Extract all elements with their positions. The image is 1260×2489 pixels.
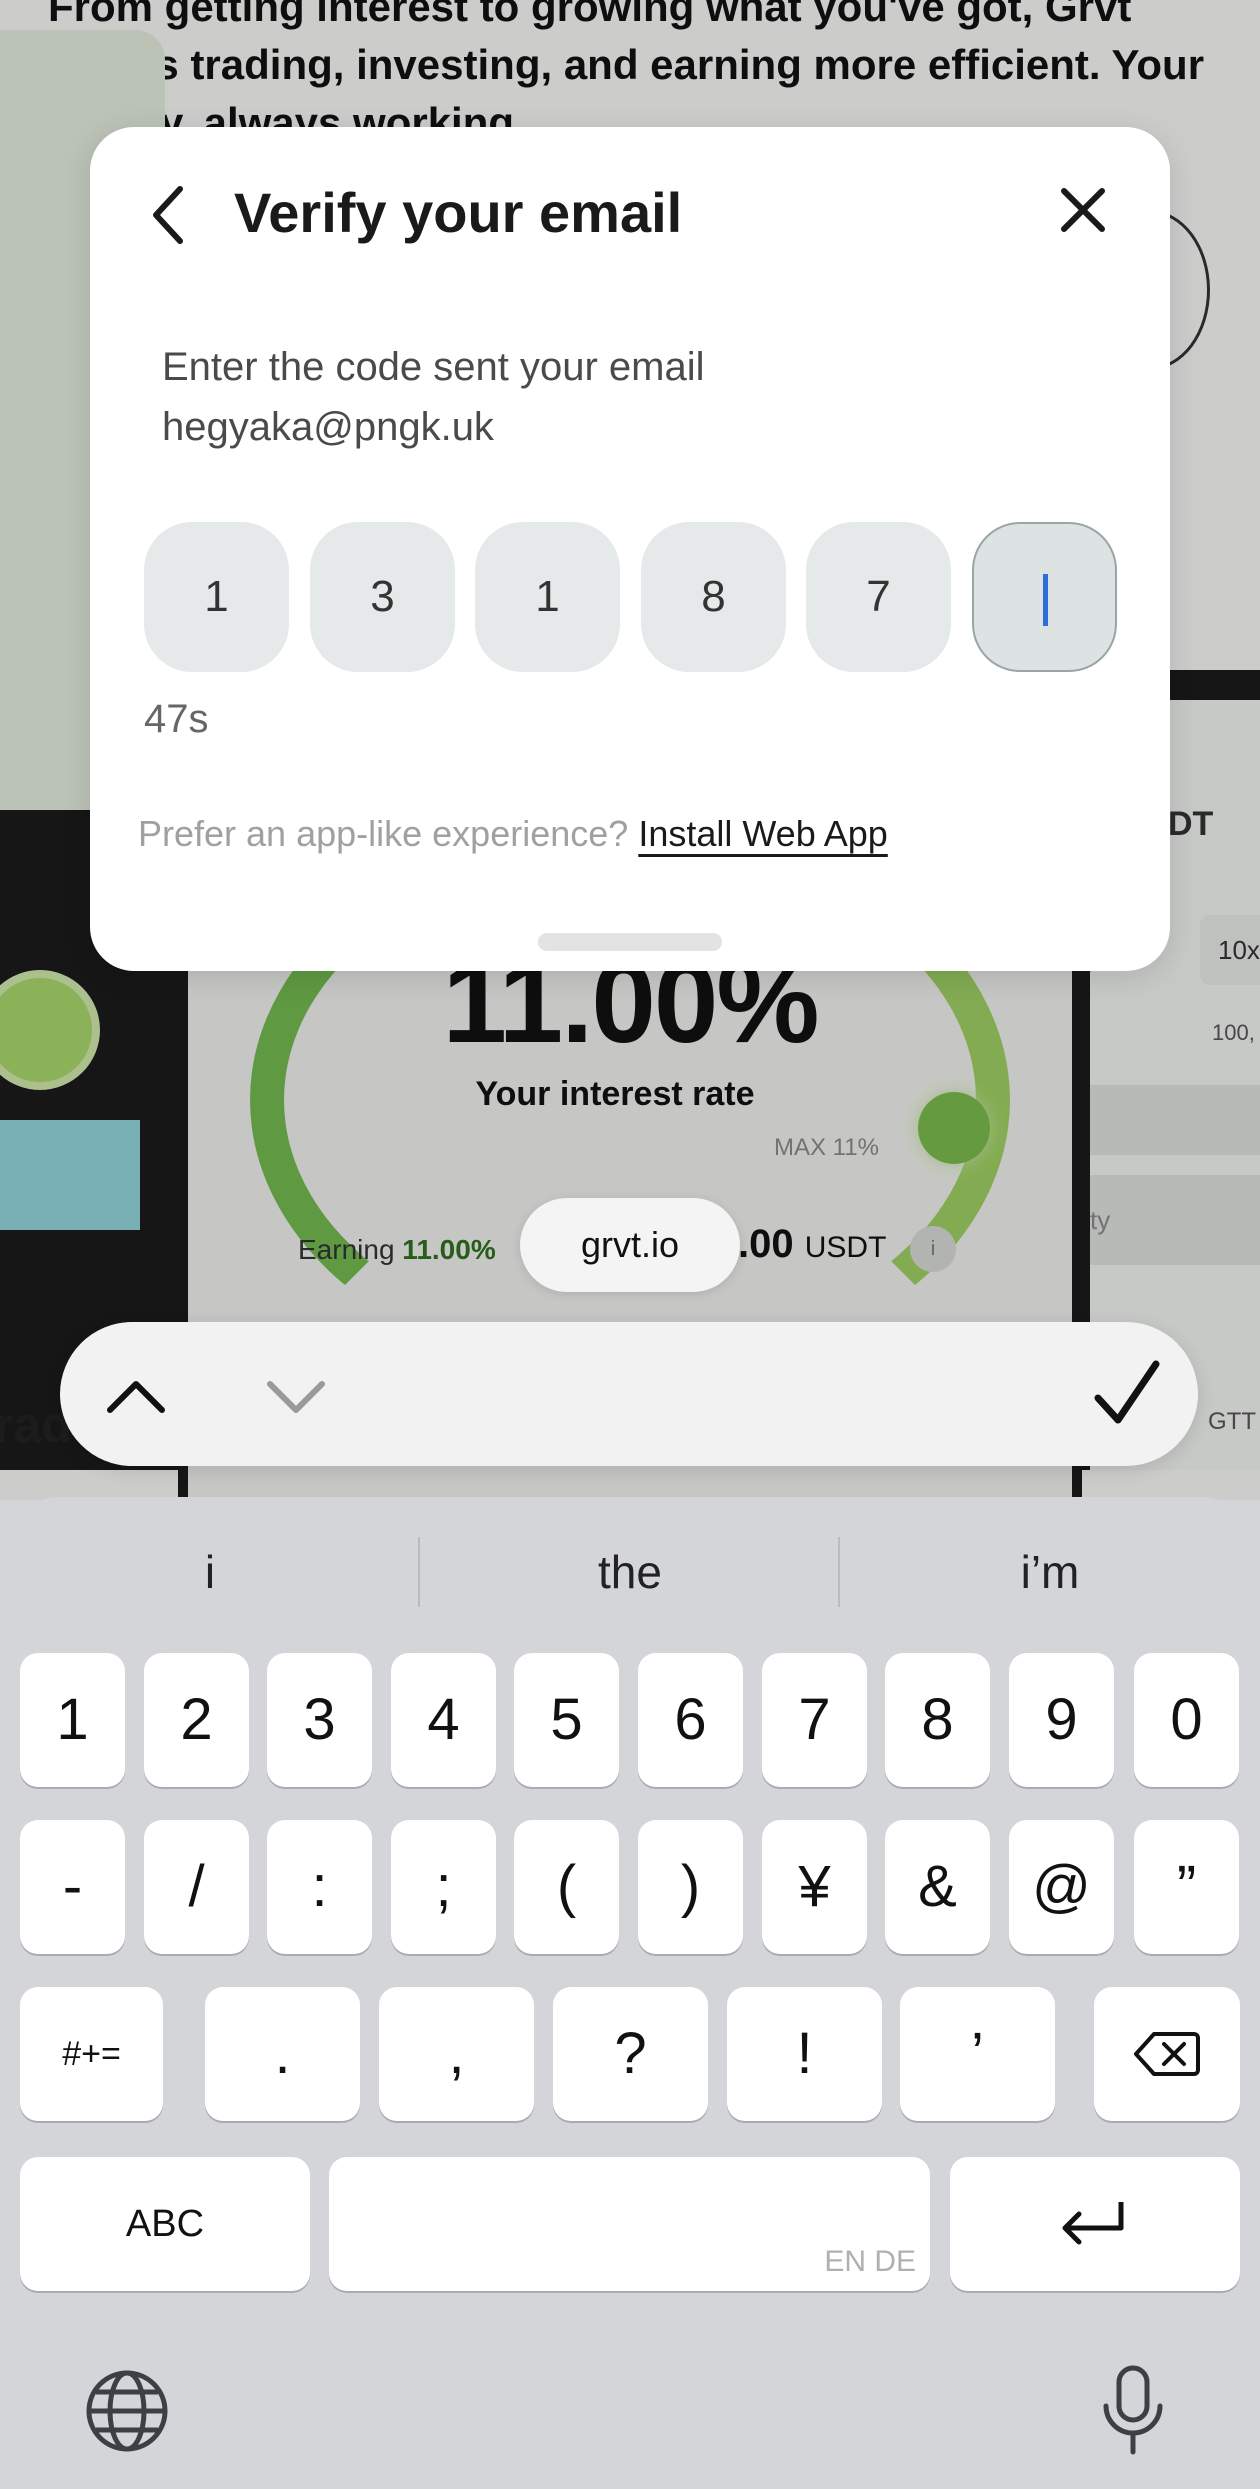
space-key[interactable]: EN DE [329,2157,930,2291]
instruction-text: Enter the code sent your email hegyaka@p… [162,337,1062,457]
key-at[interactable]: @ [1009,1820,1114,1954]
key-yen[interactable]: ¥ [762,1820,867,1954]
key-7[interactable]: 7 [762,1653,867,1787]
install-web-app-link[interactable]: Install Web App [638,813,888,854]
previous-field-button[interactable] [96,1358,176,1430]
close-icon [1061,188,1105,232]
next-field-button[interactable] [256,1358,336,1430]
key-colon[interactable]: : [267,1820,372,1954]
suggestion-1[interactable]: i [0,1497,420,1647]
key-quote[interactable]: ” [1134,1820,1239,1954]
dictation-button[interactable] [1098,2362,1168,2458]
key-2[interactable]: 2 [144,1653,249,1787]
key-6[interactable]: 6 [638,1653,743,1787]
key-comma[interactable]: , [379,1987,534,2121]
key-abc[interactable]: ABC [20,2157,310,2291]
verify-email-modal: Verify your email Enter the code sent yo… [90,127,1170,971]
otp-digit-6[interactable] [972,522,1117,672]
keyboard: i the i’m 1 2 3 4 5 6 7 8 9 0 - / : ; ( … [0,1497,1260,2489]
suggestion-3[interactable]: i’m [840,1497,1260,1647]
key-5[interactable]: 5 [514,1653,619,1787]
otp-digit-2[interactable]: 3 [310,522,455,672]
key-3[interactable]: 3 [267,1653,372,1787]
key-ampersand[interactable]: & [885,1820,990,1954]
otp-code-input: 1 3 1 8 7 [144,522,1124,672]
key-more-symbols[interactable]: #+= [20,1987,163,2121]
key-close-paren[interactable]: ) [638,1820,743,1954]
language-switch-button[interactable] [82,2366,172,2456]
chevron-up-icon [107,1381,165,1413]
globe-icon [86,2370,168,2452]
resend-timer: 47s [144,697,209,741]
suggestion-2[interactable]: the [420,1497,840,1647]
email-address: hegyaka@pngk.uk [162,405,494,449]
drag-handle[interactable] [538,933,722,951]
key-open-paren[interactable]: ( [514,1820,619,1954]
otp-digit-4[interactable]: 8 [641,522,786,672]
language-hint: EN DE [824,2245,916,2278]
key-period[interactable]: . [205,1987,360,2121]
key-apostrophe[interactable]: ’ [900,1987,1055,2121]
backspace-icon [1134,2032,1200,2076]
key-slash[interactable]: / [144,1820,249,1954]
close-button[interactable] [1050,177,1116,243]
web-app-prompt-text: Prefer an app-like experience? [138,813,629,854]
chevron-left-icon [153,186,183,244]
back-button[interactable] [140,175,200,255]
web-app-prompt: Prefer an app-like experience? Install W… [138,813,888,855]
otp-digit-3[interactable]: 1 [475,522,620,672]
key-1[interactable]: 1 [20,1653,125,1787]
backspace-key[interactable] [1094,1987,1240,2121]
key-0[interactable]: 0 [1134,1653,1239,1787]
microphone-icon [1103,2365,1163,2455]
otp-digit-5[interactable]: 7 [806,522,951,672]
return-icon [1062,2202,1124,2245]
otp-digit-1[interactable]: 1 [144,522,289,672]
done-button[interactable] [1086,1350,1166,1438]
key-9[interactable]: 9 [1009,1653,1114,1787]
text-cursor [1043,574,1048,626]
key-4[interactable]: 4 [391,1653,496,1787]
key-hyphen[interactable]: - [20,1820,125,1954]
checkmark-icon [1094,1360,1160,1424]
chevron-down-icon [267,1381,325,1413]
key-exclamation[interactable]: ! [727,1987,882,2121]
form-accessory-bar [60,1322,1198,1466]
return-key[interactable] [950,2157,1240,2291]
key-question[interactable]: ? [553,1987,708,2121]
modal-title: Verify your email [234,181,683,244]
key-semicolon[interactable]: ; [391,1820,496,1954]
url-bar[interactable]: grvt.io [520,1198,740,1292]
key-8[interactable]: 8 [885,1653,990,1787]
instruction-line: Enter the code sent your email [162,345,705,389]
